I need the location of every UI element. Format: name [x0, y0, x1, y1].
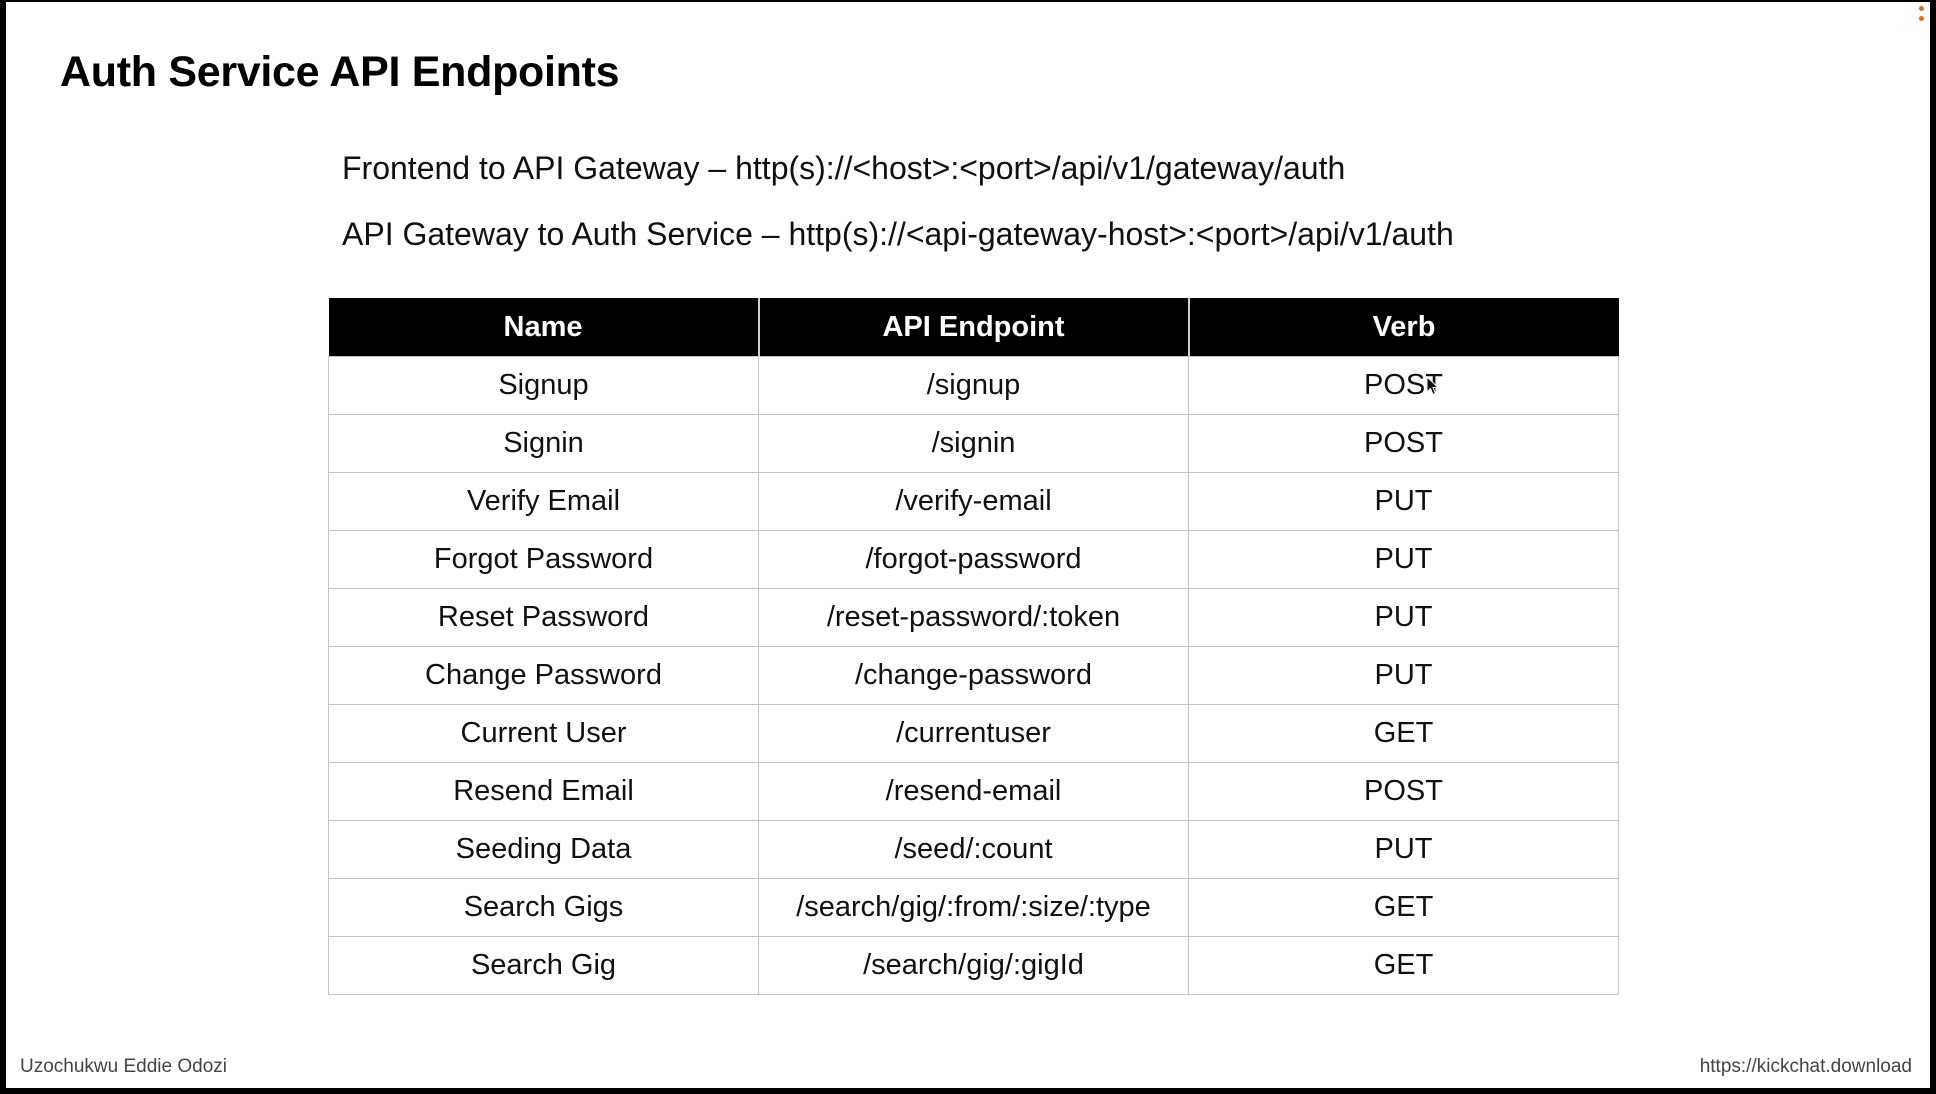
table-row: Change Password /change-password PUT	[328, 646, 1619, 705]
cell-endpoint: /change-password	[758, 646, 1189, 705]
mouse-cursor-icon	[1426, 376, 1440, 396]
header-verb: Verb	[1188, 298, 1619, 357]
cell-endpoint: /search/gig/:gigId	[758, 936, 1189, 995]
cell-endpoint: /forgot-password	[758, 530, 1189, 589]
endpoints-table: Name API Endpoint Verb Signup /signup PO…	[328, 298, 1619, 995]
table-header: Name API Endpoint Verb	[328, 298, 1619, 357]
cell-verb: POST	[1188, 356, 1619, 415]
cell-name: Forgot Password	[328, 530, 759, 589]
cell-endpoint: /seed/:count	[758, 820, 1189, 879]
cell-verb: POST	[1188, 414, 1619, 473]
screen: Auth Service API Endpoints Frontend to A…	[0, 0, 1936, 1094]
table-row: Current User /currentuser GET	[328, 704, 1619, 763]
cell-name: Current User	[328, 704, 759, 763]
cell-verb: GET	[1188, 936, 1619, 995]
cell-verb: PUT	[1188, 472, 1619, 531]
table-row: Signin /signin POST	[328, 414, 1619, 473]
cell-name: Verify Email	[328, 472, 759, 531]
frontend-gateway-url: Frontend to API Gateway – http(s)://<hos…	[342, 150, 1346, 186]
table-row: Search Gigs /search/gig/:from/:size/:typ…	[328, 878, 1619, 937]
cell-name: Signup	[328, 356, 759, 415]
cell-name: Seeding Data	[328, 820, 759, 879]
cell-verb: PUT	[1188, 646, 1619, 705]
table-row: Resend Email /resend-email POST	[328, 762, 1619, 821]
cell-endpoint: /reset-password/:token	[758, 588, 1189, 647]
cell-endpoint: /currentuser	[758, 704, 1189, 763]
cell-endpoint: /search/gig/:from/:size/:type	[758, 878, 1189, 937]
cell-name: Reset Password	[328, 588, 759, 647]
cell-verb: GET	[1188, 704, 1619, 763]
recording-dot-icon	[1919, 6, 1924, 11]
slide-title: Auth Service API Endpoints	[60, 48, 620, 96]
cell-name: Search Gigs	[328, 878, 759, 937]
cell-name: Change Password	[328, 646, 759, 705]
cell-endpoint: /resend-email	[758, 762, 1189, 821]
table-body: Signup /signup POST Signin /signin POST …	[328, 356, 1619, 995]
cell-verb: PUT	[1188, 530, 1619, 589]
table-row: Forgot Password /forgot-password PUT	[328, 530, 1619, 589]
cell-verb: PUT	[1188, 588, 1619, 647]
cell-verb: PUT	[1188, 820, 1619, 879]
table-row: Search Gig /search/gig/:gigId GET	[328, 936, 1619, 995]
cell-verb: GET	[1188, 878, 1619, 937]
cell-endpoint: /verify-email	[758, 472, 1189, 531]
cell-name: Signin	[328, 414, 759, 473]
table-row: Verify Email /verify-email PUT	[328, 472, 1619, 531]
footer-author: Uzochukwu Eddie Odozi	[20, 1056, 227, 1077]
header-api-endpoint: API Endpoint	[758, 298, 1190, 357]
presentation-slide: Auth Service API Endpoints Frontend to A…	[6, 2, 1930, 1088]
table-row: Reset Password /reset-password/:token PU…	[328, 588, 1619, 647]
header-name: Name	[328, 298, 760, 357]
recording-dot-icon	[1919, 16, 1924, 21]
gateway-auth-service-url: API Gateway to Auth Service – http(s)://…	[342, 216, 1454, 252]
table-row: Seeding Data /seed/:count PUT	[328, 820, 1619, 879]
table-header-row: Name API Endpoint Verb	[328, 298, 1619, 357]
cell-endpoint: /signin	[758, 414, 1189, 473]
cell-endpoint: /signup	[758, 356, 1189, 415]
cell-name: Search Gig	[328, 936, 759, 995]
footer-url: https://kickchat.download	[1699, 1056, 1912, 1077]
table-row: Signup /signup POST	[328, 356, 1619, 415]
cell-name: Resend Email	[328, 762, 759, 821]
cell-verb: POST	[1188, 762, 1619, 821]
